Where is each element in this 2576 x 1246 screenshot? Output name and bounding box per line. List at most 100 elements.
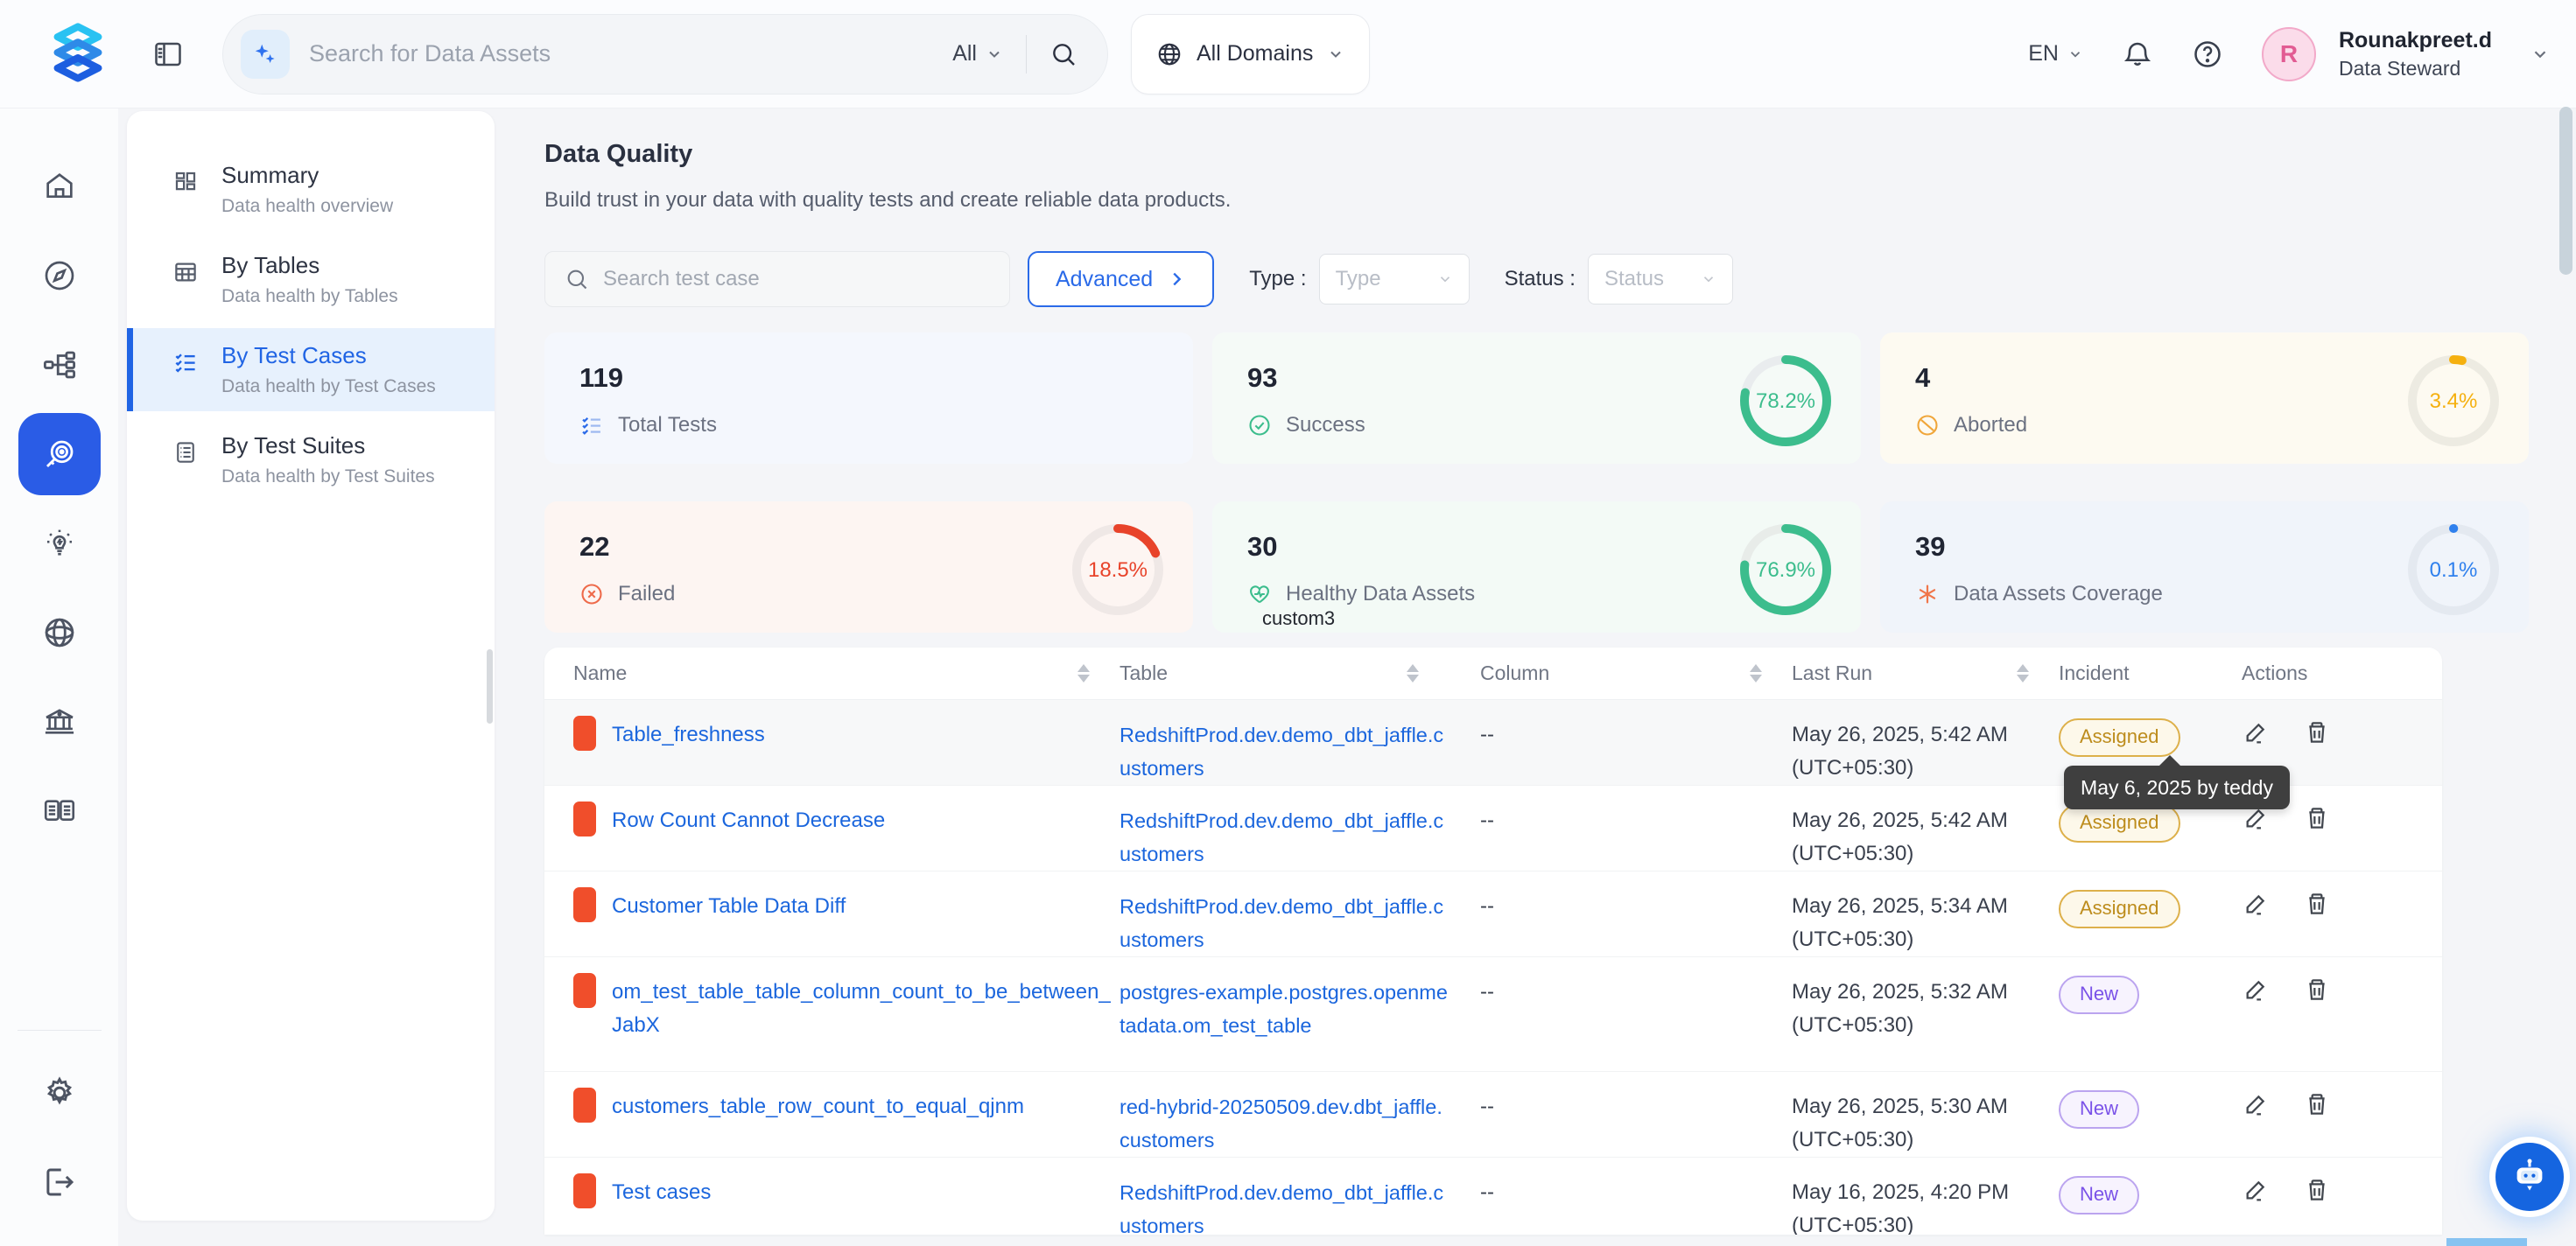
global-search-bar[interactable]: All <box>222 14 1108 94</box>
lightbulb-icon <box>41 525 78 562</box>
stat-label: Healthy Data Assets <box>1286 582 1475 606</box>
incident-badge[interactable]: Assigned <box>2059 718 2180 757</box>
chevron-down-icon[interactable] <box>2530 45 2550 64</box>
advanced-filter-button[interactable]: Advanced <box>1028 251 1214 307</box>
nav-home[interactable] <box>18 145 101 228</box>
page-title: Data Quality <box>544 140 2576 169</box>
app-logo-icon[interactable] <box>46 21 110 88</box>
delete-button[interactable] <box>2303 804 2331 832</box>
status-filter-select[interactable]: Status <box>1588 254 1733 304</box>
table-link[interactable]: red-hybrid-20250509.dev.dbt_jaffle.custo… <box>1120 1096 1442 1152</box>
test-case-search[interactable] <box>544 251 1010 307</box>
status-indicator <box>573 1173 596 1208</box>
table-link[interactable]: RedshiftProd.dev.demo_dbt_jaffle.custome… <box>1120 895 1443 951</box>
horizontal-scrollbar[interactable] <box>2446 1238 2527 1246</box>
nav-glossary[interactable] <box>18 770 101 852</box>
sort-column[interactable] <box>1750 664 1762 682</box>
sidebar-item-by-test-suites[interactable]: By Test Suites Data health by Test Suite… <box>127 418 495 501</box>
svg-text:76.9%: 76.9% <box>1756 558 1815 582</box>
search-scope-dropdown[interactable]: All <box>952 41 1003 66</box>
all-domains-button[interactable]: All Domains <box>1131 14 1370 94</box>
vertical-scrollbar[interactable] <box>2559 107 2572 275</box>
column-value: -- <box>1480 808 1494 832</box>
user-menu[interactable]: Rounakpreet.d Data Steward <box>2339 27 2492 81</box>
sort-last-run[interactable] <box>2017 664 2029 682</box>
sidebar-item-summary[interactable]: Summary Data health overview <box>127 148 495 231</box>
column-header-table: Table <box>1120 662 1168 685</box>
svg-text:18.5%: 18.5% <box>1088 558 1148 582</box>
edit-pencil-icon <box>2242 1176 2270 1204</box>
edit-button[interactable] <box>2242 1176 2270 1204</box>
last-run-value: May 26, 2025, 5:34 AM (UTC+05:30) <box>1792 894 2008 951</box>
nav-explore[interactable] <box>18 234 101 317</box>
delete-button[interactable] <box>2303 976 2331 1004</box>
help-button[interactable] <box>2192 38 2223 70</box>
compass-icon <box>42 258 77 293</box>
column-value: -- <box>1480 723 1494 746</box>
test-case-link[interactable]: om_test_table_table_column_count_to_be_b… <box>612 976 1120 1042</box>
table-link[interactable]: RedshiftProd.dev.demo_dbt_jaffle.custome… <box>1120 1181 1443 1235</box>
global-search-input[interactable] <box>309 40 952 67</box>
sidebar-item-by-tables[interactable]: By Tables Data health by Tables <box>127 238 495 321</box>
nav-platform-lineage[interactable] <box>18 324 101 406</box>
nav-observability[interactable] <box>18 413 101 495</box>
delete-button[interactable] <box>2303 718 2331 746</box>
nav-insights[interactable] <box>18 502 101 584</box>
heart-pulse-icon <box>1247 582 1272 606</box>
incident-badge[interactable]: Assigned <box>2059 804 2180 843</box>
edit-button[interactable] <box>2242 976 2270 1004</box>
sidebar-item-label: By Test Cases <box>221 342 436 369</box>
test-case-link[interactable]: customers_table_row_count_to_equal_qjnm <box>612 1090 1024 1124</box>
test-case-link[interactable]: Row Count Cannot Decrease <box>612 804 885 837</box>
edit-pencil-icon <box>2242 718 2270 746</box>
incident-badge[interactable]: New <box>2059 1090 2139 1129</box>
nav-govern[interactable] <box>18 681 101 763</box>
x-circle-icon <box>579 582 604 606</box>
divider <box>1026 35 1027 74</box>
stat-card-coverage: 39 Data Assets Coverage 0.1% <box>1880 501 2529 633</box>
avatar[interactable]: R <box>2262 27 2316 81</box>
stats-cards: 119 Total Tests 93 <box>544 332 2576 633</box>
user-name: Rounakpreet.d <box>2339 27 2492 53</box>
sort-name[interactable] <box>1077 664 1090 682</box>
incident-badge[interactable]: New <box>2059 1176 2139 1214</box>
edit-button[interactable] <box>2242 718 2270 746</box>
notifications-button[interactable] <box>2122 38 2153 70</box>
test-case-link[interactable]: Table_freshness <box>612 718 765 752</box>
edit-button[interactable] <box>2242 890 2270 918</box>
type-filter-select[interactable]: Type <box>1319 254 1470 304</box>
sidebar-scrollbar[interactable] <box>487 649 493 724</box>
sidebar-item-label: By Tables <box>221 252 398 279</box>
language-dropdown[interactable]: EN <box>2028 41 2083 66</box>
sidebar-item-by-test-cases[interactable]: By Test Cases Data health by Test Cases <box>127 328 495 411</box>
edit-button[interactable] <box>2242 1090 2270 1118</box>
delete-button[interactable] <box>2303 1090 2331 1118</box>
status-filter-label: Status : <box>1505 267 1576 291</box>
sidebar-toggle-button[interactable] <box>152 38 184 70</box>
delete-button[interactable] <box>2303 890 2331 918</box>
nav-domains[interactable] <box>18 592 101 674</box>
test-case-link[interactable]: Customer Table Data Diff <box>612 890 846 923</box>
incident-badge[interactable]: Assigned <box>2059 890 2180 928</box>
test-case-search-input[interactable] <box>603 267 990 291</box>
column-value: -- <box>1480 1095 1494 1118</box>
delete-button[interactable] <box>2303 1176 2331 1204</box>
incident-badge[interactable]: New <box>2059 976 2139 1014</box>
flow-nodes-icon <box>41 346 78 383</box>
last-run-value: May 26, 2025, 5:32 AM (UTC+05:30) <box>1792 980 2008 1037</box>
bell-icon <box>2122 38 2153 70</box>
search-icon <box>565 267 589 291</box>
stat-card-aborted: 4 Aborted 3.4% <box>1880 332 2529 464</box>
test-case-link[interactable]: Test cases <box>612 1176 711 1209</box>
table-link[interactable]: RedshiftProd.dev.demo_dbt_jaffle.custome… <box>1120 809 1443 865</box>
nav-logout[interactable] <box>18 1141 101 1223</box>
chat-assistant-button[interactable] <box>2495 1143 2564 1211</box>
column-header-incident: Incident <box>2059 662 2130 685</box>
table-link[interactable]: RedshiftProd.dev.demo_dbt_jaffle.custome… <box>1120 724 1443 780</box>
table-link[interactable]: postgres-example.postgres.openmetadata.o… <box>1120 981 1448 1037</box>
search-icon[interactable] <box>1049 40 1077 68</box>
status-indicator <box>573 716 596 751</box>
sort-table[interactable] <box>1407 664 1419 682</box>
help-circle-icon <box>2192 38 2223 70</box>
nav-settings[interactable] <box>18 1052 101 1134</box>
